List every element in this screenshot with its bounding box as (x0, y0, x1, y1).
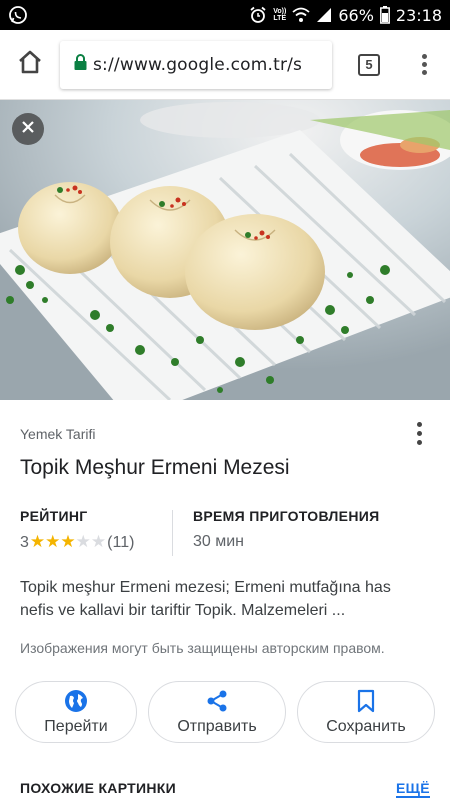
recipe-info: РЕЙТИНГ 3 ★★★★★ (11) ВРЕМЯ ПРИГОТОВЛЕНИЯ… (20, 508, 430, 558)
globe-icon (64, 688, 88, 714)
rating-value-row: 3 ★★★★★ (11) (20, 533, 134, 552)
recipe-image[interactable] (0, 100, 450, 400)
dumplings-photo (0, 100, 450, 400)
signal-icon (316, 7, 332, 23)
more-dot (416, 421, 422, 427)
tab-count: 5 (358, 53, 380, 76)
menu-dot (421, 70, 427, 75)
lock-icon (74, 54, 87, 75)
menu-dot (421, 62, 427, 67)
address-bar[interactable]: s://www.google.com.tr/s (60, 40, 332, 89)
recipe-title[interactable]: Topik Meşhur Ermeni Mezesi (20, 456, 290, 480)
rating-count: (11) (107, 533, 135, 551)
visit-button[interactable]: Перейти (15, 681, 137, 743)
rating-value: 3 (20, 533, 29, 551)
star-filled-icon: ★ (29, 532, 46, 551)
similar-images-heading: ПОХОЖИЕ КАРТИНКИ (20, 780, 176, 796)
save-button[interactable]: Сохранить (297, 681, 435, 743)
url-text: s://www.google.com.tr/s (93, 54, 303, 75)
volte-label: Vo)) (273, 8, 287, 15)
description-line: nefis ve kallavi bir tariftir Topik. Mal… (20, 602, 346, 619)
tab-switcher-button[interactable]: 5 (334, 30, 404, 100)
battery-percent: 66% (338, 5, 374, 25)
save-label: Сохранить (326, 718, 406, 735)
whatsapp-icon (8, 5, 28, 25)
info-divider (172, 510, 173, 556)
source-name[interactable]: Yemek Tarifi (20, 426, 95, 442)
close-button[interactable] (12, 113, 44, 145)
bookmark-icon (356, 688, 376, 714)
recipe-description: Topik meşhur Ermeni mezesi; Ermeni mutfa… (20, 576, 435, 622)
description-line: Topik meşhur Ermeni mezesi; Ermeni mutfa… (20, 579, 391, 596)
share-icon (205, 688, 229, 714)
star-empty-icon: ★ (75, 532, 91, 551)
more-similar-link[interactable]: ЕЩЁ (396, 780, 430, 798)
star-empty-icon: ★ (90, 532, 107, 551)
star-filled-icon: ★ (45, 532, 61, 551)
volte-icon: Vo)) LTE (273, 8, 286, 22)
lte-label: LTE (273, 15, 287, 22)
cook-time-section: ВРЕМЯ ПРИГОТОВЛЕНИЯ 30 мин (193, 508, 379, 551)
battery-icon (379, 6, 390, 24)
share-button[interactable]: Отправить (148, 681, 286, 743)
browser-menu-button[interactable] (404, 30, 444, 100)
copyright-notice: Изображения могут быть защищены авторски… (20, 640, 385, 656)
rating-label: РЕЙТИНГ (20, 508, 88, 524)
cook-time-label: ВРЕМЯ ПРИГОТОВЛЕНИЯ (193, 508, 380, 524)
browser-toolbar: s://www.google.com.tr/s 5 (0, 30, 450, 100)
rating-stars: ★★★★★ (30, 533, 106, 552)
more-options-button[interactable] (405, 418, 433, 448)
home-button[interactable] (0, 30, 60, 100)
wifi-icon (292, 6, 310, 24)
alarm-icon (249, 6, 267, 24)
more-dot (416, 430, 422, 436)
close-icon (21, 120, 35, 139)
status-bar: Vo)) LTE 66% 23:18 (0, 0, 450, 30)
cook-time-value: 30 мин (193, 533, 245, 550)
visit-label: Перейти (44, 718, 108, 735)
menu-dot (421, 54, 427, 59)
star-filled-icon: ★ (60, 532, 76, 551)
clock: 23:18 (395, 5, 442, 25)
share-label: Отправить (177, 718, 257, 735)
home-icon (17, 49, 43, 80)
rating-section: РЕЙТИНГ 3 ★★★★★ (11) (20, 508, 134, 552)
more-dot (416, 439, 422, 445)
